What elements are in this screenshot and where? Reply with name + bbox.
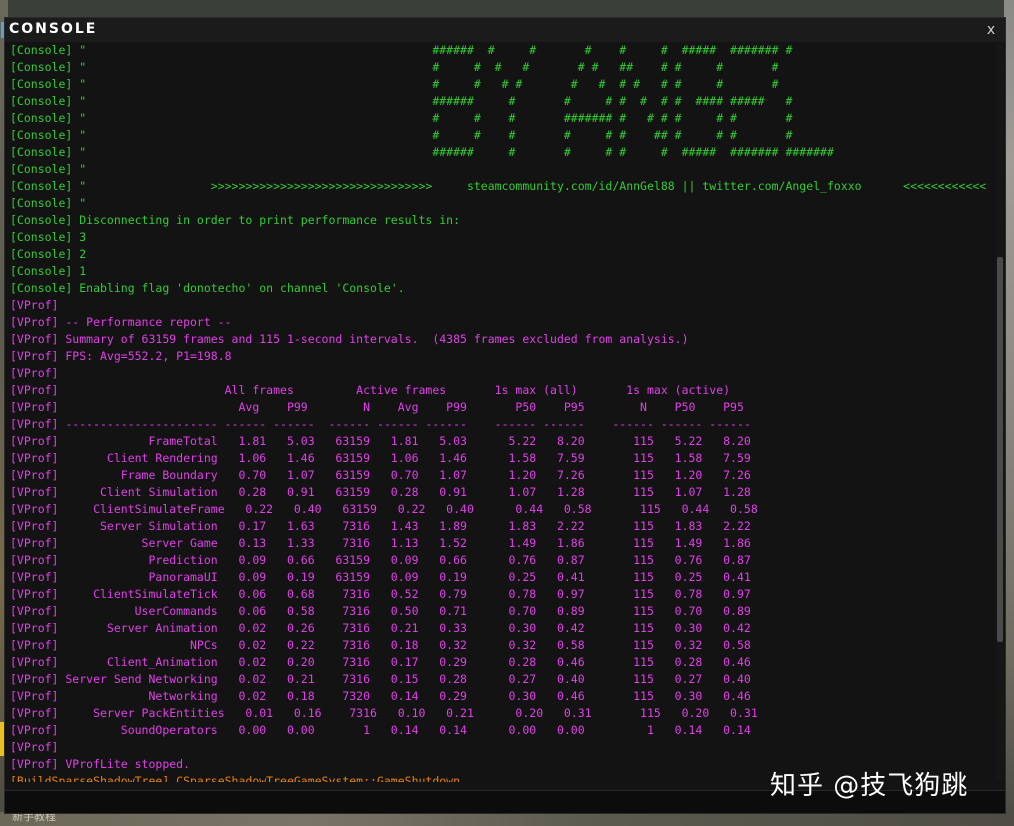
- log-line: [Console] ": [10, 196, 87, 210]
- scrollbar[interactable]: [996, 42, 1004, 782]
- log-line: [VProf] Server Simulation 0.17 1.63 7316…: [10, 519, 751, 533]
- log-line: [Console] " # # # ####### # # # # # # #: [10, 111, 793, 125]
- log-line: [BuildSparseShadowTree] CSparseShadowTre…: [10, 774, 461, 782]
- log-line: [VProf]: [10, 740, 59, 754]
- log-line: [Console] " >>>>>>>>>>>>>>>>>>>>>>>>>>>>…: [10, 179, 987, 193]
- log-line: [VProf] Client Rendering 1.06 1.46 63159…: [10, 451, 751, 465]
- log-line: [Console] Disconnecting in order to prin…: [10, 213, 461, 227]
- log-line: [Console] 2: [10, 247, 87, 261]
- log-line: [VProf] ClientSimulateFrame 0.22 0.40 63…: [10, 502, 758, 516]
- log-line: [Console] Enabling flag 'donotecho' on c…: [10, 281, 405, 295]
- log-line: [Console] " ###### # # # # # # # #### ##…: [10, 94, 793, 108]
- log-line: [VProf] Avg P99 N Avg P99 P50 P95 N P50 …: [10, 400, 744, 414]
- log-line: [VProf] VProfLite stopped.: [10, 757, 191, 771]
- log-line: [VProf] SoundOperators 0.00 0.00 1 0.14 …: [10, 723, 751, 737]
- log-line: [VProf] FrameTotal 1.81 5.03 63159 1.81 …: [10, 434, 751, 448]
- log-line: [Console] " # # # # # # ## # # # #: [10, 60, 779, 74]
- close-button[interactable]: x: [981, 20, 1001, 40]
- log-line: [VProf] -- Performance report --: [10, 315, 232, 329]
- log-line: [Console] " ###### # # # # # ##### #####…: [10, 43, 793, 57]
- log-line: [VProf] Summary of 63159 frames and 115 …: [10, 332, 689, 346]
- title-accent: [1, 22, 4, 38]
- log-line: [VProf]: [10, 298, 59, 312]
- log-line: [Console] " ###### # # # # # ##### #####…: [10, 145, 834, 159]
- scrollbar-thumb[interactable]: [997, 257, 1003, 642]
- log-line: [VProf] UserCommands 0.06 0.58 7316 0.50…: [10, 604, 751, 618]
- log-line: [VProf]: [10, 366, 59, 380]
- log-line: [VProf] Client_Animation 0.02 0.20 7316 …: [10, 655, 751, 669]
- log-line: [VProf] All frames Active frames 1s max …: [10, 383, 731, 397]
- background-bottom: [0, 812, 1014, 826]
- log-line: [VProf] Frame Boundary 0.70 1.07 63159 0…: [10, 468, 751, 482]
- log-line: [Console] 1: [10, 264, 87, 278]
- watermark: 知乎 @技飞狗跳: [770, 771, 969, 801]
- log-line: [Console] " # # # # # # ## # # # #: [10, 128, 793, 142]
- window-title: CONSOLE: [9, 21, 98, 37]
- log-line: [VProf] Server Game 0.13 1.33 7316 1.13 …: [10, 536, 751, 550]
- log-line: [VProf] Server Animation 0.02 0.26 7316 …: [10, 621, 751, 635]
- title-bar[interactable]: CONSOLE x: [1, 18, 1005, 42]
- log-line: [VProf] Client Simulation 0.28 0.91 6315…: [10, 485, 751, 499]
- log-line: [VProf] NPCs 0.02 0.22 7316 0.18 0.32 0.…: [10, 638, 751, 652]
- log-line: [VProf] Networking 0.02 0.18 7320 0.14 0…: [10, 689, 751, 703]
- log-line: [Console] " # # # # # # # # # # # #: [10, 77, 779, 91]
- console-window: CONSOLE x [Console] " ###### # # # # # #…: [1, 17, 1006, 814]
- log-line: [VProf] FPS: Avg=552.2, P1=198.8: [10, 349, 232, 363]
- log-line: [VProf] PanoramaUI 0.09 0.19 63159 0.09 …: [10, 570, 751, 584]
- log-line: [VProf] Server PackEntities 0.01 0.16 73…: [10, 706, 758, 720]
- console-log[interactable]: [Console] " ###### # # # # # ##### #####…: [10, 42, 1000, 782]
- log-line: [Console] ": [10, 162, 87, 176]
- log-line: [VProf] ClientSimulateTick 0.06 0.68 731…: [10, 587, 751, 601]
- log-line: [Console] 3: [10, 230, 87, 244]
- log-line: [VProf] ---------------------- ------ --…: [10, 417, 751, 431]
- log-line: [VProf] Server Send Networking 0.02 0.21…: [10, 672, 751, 686]
- log-line: [VProf] Prediction 0.09 0.66 63159 0.09 …: [10, 553, 751, 567]
